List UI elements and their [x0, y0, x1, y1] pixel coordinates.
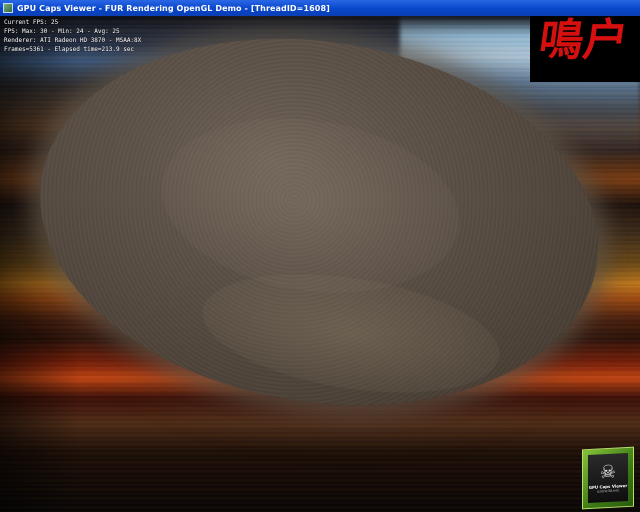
render-viewport[interactable]: Current FPS: 25 FPS: Max: 30 - Min: 24 -…: [0, 16, 640, 512]
skull-icon: ☠: [599, 461, 617, 483]
renderer-text: Renderer: ATI Radeon HD 3870 - MSAA:8X: [4, 37, 142, 44]
fps-overlay: Current FPS: 25 FPS: Max: 30 - Min: 24 -…: [4, 18, 141, 54]
current-fps-text: Current FPS: 25: [4, 19, 59, 26]
badge-subtitle: ozone3d.net: [597, 487, 619, 494]
gpu-caps-badge: ☠ GPU Caps Viewer ozone3d.net: [582, 446, 634, 510]
app-icon[interactable]: [3, 3, 13, 13]
badge-inner: ☠ GPU Caps Viewer ozone3d.net: [588, 452, 628, 504]
title-bar[interactable]: GPU Caps Viewer - FUR Rendering OpenGL D…: [0, 0, 640, 16]
window-title: GPU Caps Viewer - FUR Rendering OpenGL D…: [17, 3, 330, 13]
frames-elapsed-text: Frames=5361 - Elapsed time=213.9 sec: [4, 46, 135, 53]
gpu-caps-viewer-window: GPU Caps Viewer - FUR Rendering OpenGL D…: [0, 0, 640, 512]
fps-stats-text: FPS: Max: 30 - Min: 24 - Avg: 25: [4, 28, 120, 35]
